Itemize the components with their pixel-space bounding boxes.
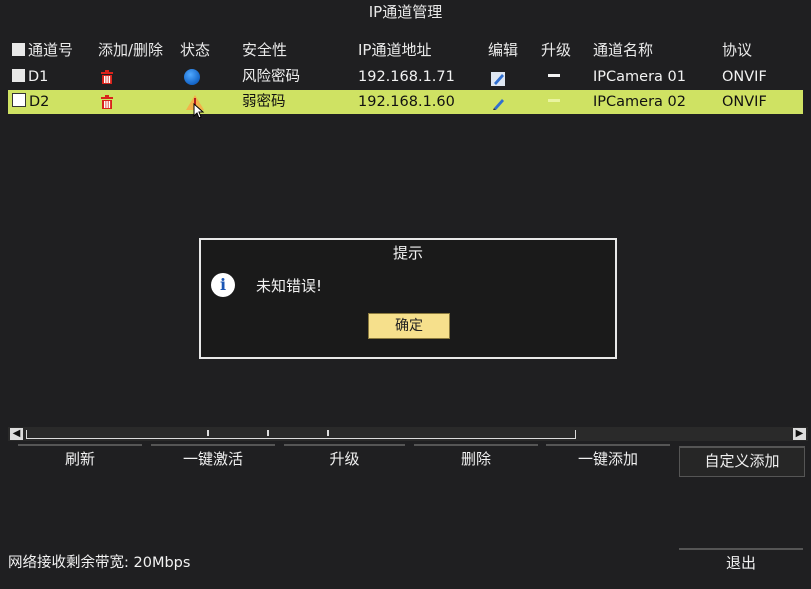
upgrade-unavailable-dash-icon — [548, 74, 560, 77]
edit-pencil-icon[interactable] — [490, 69, 508, 87]
header-edit: 编辑 — [488, 41, 519, 59]
security-status: 弱密码 — [242, 94, 286, 110]
table-row[interactable]: D1 风险密码 192.168.1.71 IPCamera 01 ONVIF — [8, 65, 803, 89]
custom-add-button[interactable]: 自定义添加 — [679, 446, 805, 477]
ok-button[interactable]: 确定 — [368, 313, 450, 339]
info-icon: i — [211, 273, 235, 297]
header-security: 安全性 — [242, 41, 288, 59]
dialog-message: 未知错误! — [256, 277, 323, 295]
delete-button[interactable]: 删除 — [414, 444, 538, 474]
upgrade-button[interactable]: 升级 — [284, 444, 405, 474]
window-title: IP通道管理 — [368, 3, 443, 21]
protocol: ONVIF — [722, 94, 767, 110]
dialog-title: 提示 — [392, 244, 423, 262]
upgrade-unavailable-dash-icon — [548, 99, 560, 102]
scroll-tick — [207, 430, 209, 436]
ip-address: 192.168.1.60 — [358, 94, 455, 110]
security-status: 风险密码 — [242, 69, 300, 85]
scroll-left-arrow-icon[interactable]: ◀ — [10, 428, 23, 440]
ip-address: 192.168.1.71 — [358, 69, 455, 85]
scroll-tick — [327, 430, 329, 436]
horizontal-scrollbar[interactable]: ◀ ▶ — [8, 427, 808, 441]
globe-icon — [184, 69, 200, 85]
channel-number: D1 — [28, 69, 49, 85]
action-toolbar: 刷新 一键激活 升级 删除 一键添加 自定义添加 — [0, 444, 811, 477]
row-checkbox[interactable] — [12, 93, 26, 107]
header-protocol: 协议 — [722, 41, 753, 59]
channel-name: IPCamera 01 — [593, 69, 686, 85]
refresh-button[interactable]: 刷新 — [18, 444, 142, 474]
scroll-tick — [267, 430, 269, 436]
delete-trash-icon[interactable] — [100, 70, 114, 84]
edit-pencil-icon[interactable] — [490, 94, 508, 112]
header-ip-address: IP通道地址 — [358, 41, 432, 59]
scroll-right-arrow-icon[interactable]: ▶ — [793, 428, 806, 440]
header-channel-name: 通道名称 — [593, 41, 654, 59]
scroll-track[interactable] — [26, 430, 576, 439]
one-click-add-button[interactable]: 一键添加 — [546, 444, 670, 474]
one-click-activate-button[interactable]: 一键激活 — [151, 444, 275, 474]
table-header: 通道号 添加/删除 状态 安全性 IP通道地址 编辑 升级 通道名称 协议 — [8, 38, 803, 62]
header-add-delete: 添加/删除 — [98, 41, 164, 59]
row-checkbox[interactable] — [12, 69, 25, 82]
exit-button[interactable]: 退出 — [679, 548, 803, 578]
channel-number: D2 — [29, 94, 50, 110]
header-channel-number[interactable]: 通道号 — [12, 38, 73, 62]
select-all-checkbox[interactable] — [12, 43, 25, 56]
delete-trash-icon[interactable] — [100, 95, 114, 109]
header-upgrade: 升级 — [541, 41, 572, 59]
table-row[interactable]: D2 弱密码 192.168.1.60 IPCamera 02 ONVIF — [8, 90, 803, 114]
protocol: ONVIF — [722, 69, 767, 85]
bandwidth-status: 网络接收剩余带宽: 20Mbps — [8, 555, 191, 571]
channel-name: IPCamera 02 — [593, 94, 686, 110]
header-state: 状态 — [180, 41, 211, 59]
mouse-cursor-icon — [193, 103, 205, 119]
error-dialog: 提示 i 未知错误! 确定 — [199, 238, 617, 359]
